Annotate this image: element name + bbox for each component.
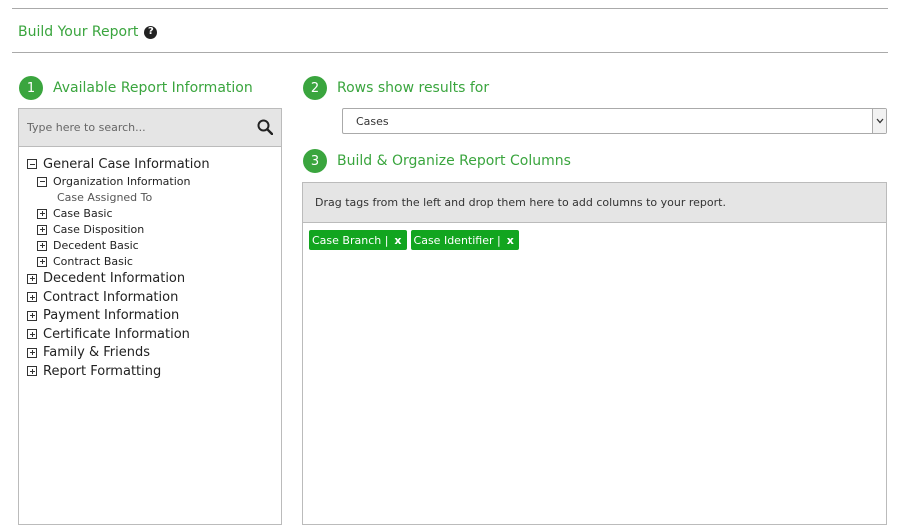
tree-item-payment-information[interactable]: Payment Information bbox=[27, 307, 281, 326]
step-3-badge: 3 bbox=[303, 149, 327, 173]
tree-item-label: Case Assigned To bbox=[57, 191, 153, 204]
column-tag-case-identifier[interactable]: Case Identifier | x bbox=[410, 230, 519, 250]
tree-item-report-formatting[interactable]: Report Formatting bbox=[27, 362, 281, 381]
remove-tag-icon[interactable]: x bbox=[507, 234, 514, 247]
column-tag-label: Case Branch | bbox=[312, 233, 389, 247]
column-tag-label: Case Identifier | bbox=[413, 233, 501, 247]
step-1-label: Available Report Information bbox=[53, 80, 253, 96]
collapse-icon[interactable] bbox=[27, 159, 37, 170]
rows-select-value: Cases bbox=[356, 114, 389, 128]
tree-item-organization-information[interactable]: Organization Information bbox=[27, 174, 281, 190]
chevron-down-icon[interactable] bbox=[872, 109, 886, 133]
column-tags: Case Branch | x Case Identifier | x bbox=[303, 223, 886, 250]
top-divider bbox=[12, 8, 888, 9]
drop-hint: Drag tags from the left and drop them he… bbox=[303, 183, 886, 223]
tree-item-decedent-basic[interactable]: Decedent Basic bbox=[27, 238, 281, 254]
report-info-tree: General Case Information Organization In… bbox=[19, 147, 281, 381]
expand-icon[interactable] bbox=[37, 256, 47, 267]
step-1-heading: 1 Available Report Information bbox=[19, 76, 253, 100]
tree-item-general-case-information[interactable]: General Case Information bbox=[27, 155, 281, 174]
page-title-text: Build Your Report bbox=[18, 24, 139, 40]
tree-item-contract-information[interactable]: Contract Information bbox=[27, 288, 281, 307]
expand-icon[interactable] bbox=[37, 208, 47, 219]
expand-icon[interactable] bbox=[27, 292, 37, 303]
help-icon[interactable]: ? bbox=[144, 25, 158, 39]
collapse-icon[interactable] bbox=[37, 176, 47, 187]
expand-icon[interactable] bbox=[27, 273, 37, 284]
search-input[interactable] bbox=[19, 121, 239, 134]
expand-icon[interactable] bbox=[37, 224, 47, 235]
columns-drop-zone[interactable]: Drag tags from the left and drop them he… bbox=[302, 182, 887, 525]
tree-item-decedent-information[interactable]: Decedent Information bbox=[27, 270, 281, 289]
tree-item-label: Case Disposition bbox=[53, 223, 145, 236]
tree-item-label: Organization Information bbox=[53, 175, 191, 188]
step-2-heading: 2 Rows show results for bbox=[303, 76, 489, 100]
expand-icon[interactable] bbox=[27, 329, 37, 340]
expand-icon[interactable] bbox=[27, 366, 37, 377]
tree-item-label: Report Formatting bbox=[43, 363, 162, 379]
step-1-badge: 1 bbox=[19, 76, 43, 100]
rows-select[interactable]: Cases bbox=[342, 108, 887, 134]
tree-item-label: Decedent Basic bbox=[53, 239, 139, 252]
expand-icon[interactable] bbox=[37, 240, 47, 251]
tree-item-certificate-information[interactable]: Certificate Information bbox=[27, 325, 281, 344]
remove-tag-icon[interactable]: x bbox=[394, 234, 401, 247]
tree-item-label: Payment Information bbox=[43, 308, 180, 324]
column-tag-case-branch[interactable]: Case Branch | x bbox=[309, 230, 407, 250]
step-3-label: Build & Organize Report Columns bbox=[337, 153, 571, 169]
step-2-badge: 2 bbox=[303, 76, 327, 100]
tree-item-label: Certificate Information bbox=[43, 326, 190, 342]
tree-item-case-basic[interactable]: Case Basic bbox=[27, 206, 281, 222]
expand-icon[interactable] bbox=[27, 347, 37, 358]
expand-icon[interactable] bbox=[27, 310, 37, 321]
page-title: Build Your Report ? bbox=[18, 24, 158, 40]
tree-item-label: Decedent Information bbox=[43, 271, 186, 287]
tree-item-family-friends[interactable]: Family & Friends bbox=[27, 344, 281, 363]
available-info-panel: General Case Information Organization In… bbox=[18, 108, 282, 525]
tree-item-label: Case Basic bbox=[53, 207, 113, 220]
search-bar bbox=[19, 109, 281, 147]
tree-item-label: General Case Information bbox=[43, 156, 210, 172]
step-3-heading: 3 Build & Organize Report Columns bbox=[303, 149, 571, 173]
header-divider bbox=[12, 52, 888, 53]
tree-item-label: Contract Information bbox=[43, 289, 179, 305]
tree-item-label: Family & Friends bbox=[43, 345, 150, 361]
tree-item-label: Contract Basic bbox=[53, 255, 133, 268]
step-2-label: Rows show results for bbox=[337, 80, 490, 96]
search-icon[interactable] bbox=[257, 119, 273, 135]
tree-item-case-assigned-to[interactable]: Case Assigned To bbox=[27, 190, 281, 206]
tree-item-contract-basic[interactable]: Contract Basic bbox=[27, 254, 281, 270]
tree-item-case-disposition[interactable]: Case Disposition bbox=[27, 222, 281, 238]
